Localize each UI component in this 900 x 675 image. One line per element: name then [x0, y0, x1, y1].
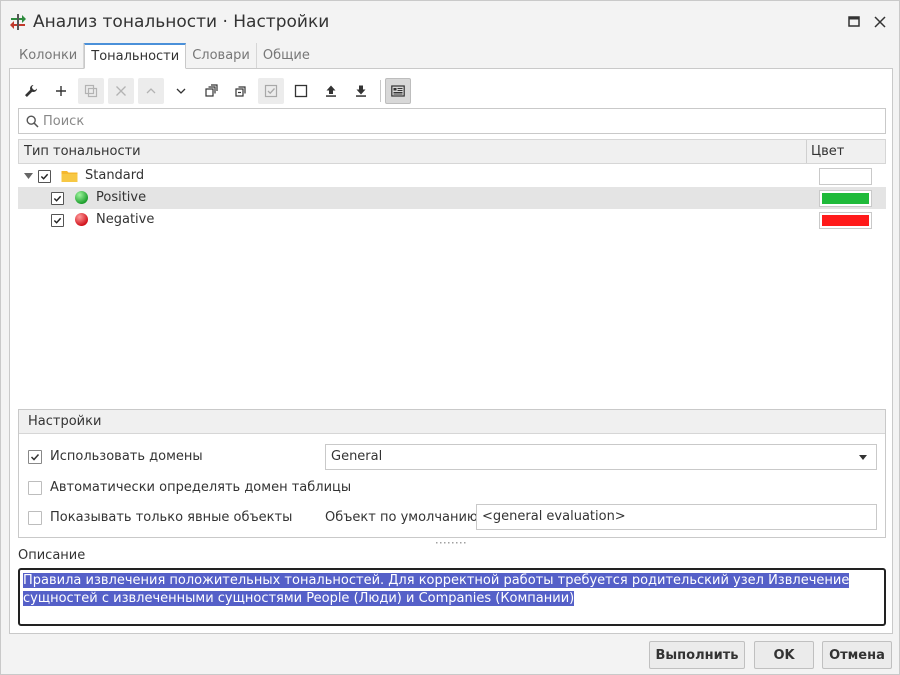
search-box: [18, 108, 886, 134]
row-checkbox[interactable]: [38, 170, 51, 183]
chevron-down-icon: [859, 455, 867, 460]
checkmark-icon: [53, 195, 62, 202]
color-swatch[interactable]: [819, 168, 872, 185]
tab-general[interactable]: Общие: [257, 43, 316, 69]
tree-row-positive[interactable]: Positive: [18, 187, 886, 209]
row-checkbox[interactable]: [51, 214, 64, 227]
upload-icon: [326, 85, 336, 97]
tab-bar: Колонки Тональности Словари Общие: [13, 43, 316, 69]
details-toggle-button[interactable]: [385, 78, 411, 104]
uncheck-all-icon: [294, 84, 308, 98]
delete-button[interactable]: [108, 78, 134, 104]
default-object-value: <general evaluation>: [482, 509, 626, 524]
uncheck-all-button[interactable]: [288, 78, 314, 104]
column-header-type[interactable]: Тип тональности: [24, 144, 141, 159]
grid-header: Тип тональности Цвет: [18, 139, 886, 164]
domain-select-value: General: [331, 449, 383, 464]
expand-all-button[interactable]: [198, 78, 224, 104]
tab-dictionaries[interactable]: Словари: [186, 43, 257, 69]
move-down-button[interactable]: [168, 78, 194, 104]
column-header-color[interactable]: Цвет: [811, 144, 844, 159]
column-divider[interactable]: [806, 140, 807, 163]
tab-sentiments[interactable]: Тональности: [84, 43, 187, 69]
row-checkbox[interactable]: [51, 192, 64, 205]
toolbar-separator: [380, 80, 381, 102]
run-button[interactable]: Выполнить: [649, 641, 745, 669]
auto-detect-domain-label: Автоматически определять домен таблицы: [50, 480, 352, 495]
ok-button[interactable]: OK: [754, 641, 814, 669]
domain-select[interactable]: General: [325, 444, 877, 470]
expand-all-icon: [205, 84, 218, 97]
window-title: Анализ тональности · Настройки: [33, 12, 330, 32]
settings-group: Настройки Использовать домены General Ав…: [18, 409, 886, 538]
checkmark-icon: [30, 453, 40, 461]
description-textarea[interactable]: Правила извлечения положительных тональн…: [18, 568, 886, 626]
search-input[interactable]: [43, 111, 873, 131]
red-circle-icon: [75, 213, 88, 226]
copy-button[interactable]: [78, 78, 104, 104]
default-object-label: Объект по умолчанию: [325, 510, 478, 525]
arrow-down-icon: [176, 88, 186, 94]
plus-icon: [56, 86, 66, 96]
toolbar: [18, 77, 415, 105]
settings-button[interactable]: [18, 78, 44, 104]
explicit-only-checkbox[interactable]: [28, 511, 42, 525]
tab-columns[interactable]: Колонки: [13, 43, 85, 69]
splitter-handle[interactable]: [436, 541, 468, 545]
folder-icon: [61, 171, 78, 182]
export-button[interactable]: [348, 78, 374, 104]
title-bar: Анализ тональности · Настройки: [1, 1, 899, 43]
close-icon[interactable]: [872, 14, 888, 30]
wrench-icon: [25, 85, 37, 97]
use-domains-checkbox[interactable]: [28, 450, 42, 464]
import-button[interactable]: [318, 78, 344, 104]
tree-row-negative[interactable]: Negative: [18, 209, 886, 231]
arrow-up-icon: [146, 88, 156, 94]
dialog-window: Анализ тональности · Настройки Колонки Т…: [0, 0, 900, 675]
collapse-all-icon: [235, 86, 246, 97]
color-swatch[interactable]: [819, 190, 872, 207]
green-circle-icon: [75, 191, 88, 204]
explicit-only-label: Показывать только явные объекты: [50, 510, 293, 525]
color-swatch-fill: [822, 171, 869, 182]
move-up-button[interactable]: [138, 78, 164, 104]
default-object-field[interactable]: <general evaluation>: [476, 504, 877, 530]
row-label: Positive: [96, 190, 147, 205]
delete-icon: [116, 86, 126, 96]
row-label: Standard: [85, 168, 145, 183]
search-icon: [26, 115, 39, 128]
description-label: Описание: [18, 548, 86, 563]
expand-arrow-icon[interactable]: [24, 173, 33, 180]
color-swatch-fill: [822, 193, 869, 204]
row-label: Negative: [96, 212, 155, 227]
use-domains-label: Использовать домены: [50, 449, 203, 464]
tree-row-standard[interactable]: Standard: [18, 165, 886, 187]
check-all-icon: [264, 84, 278, 98]
checkmark-icon: [53, 217, 62, 224]
details-icon: [391, 85, 405, 97]
copy-icon: [84, 84, 98, 98]
collapse-all-button[interactable]: [228, 78, 254, 104]
auto-detect-domain-checkbox[interactable]: [28, 481, 42, 495]
maximize-icon[interactable]: [846, 14, 862, 30]
cancel-button[interactable]: Отмена: [822, 641, 892, 669]
settings-title: Настройки: [28, 414, 102, 429]
download-icon: [356, 85, 366, 97]
description-text: Правила извлечения положительных тональн…: [23, 573, 850, 606]
sentiments-panel: Тип тональности Цвет Standard: [9, 68, 893, 634]
add-button[interactable]: [48, 78, 74, 104]
color-swatch-fill: [822, 215, 869, 226]
check-all-button[interactable]: [258, 78, 284, 104]
sentiment-app-icon: [10, 14, 26, 30]
checkmark-icon: [40, 173, 49, 180]
settings-header: Настройки: [19, 410, 885, 434]
color-swatch[interactable]: [819, 212, 872, 229]
